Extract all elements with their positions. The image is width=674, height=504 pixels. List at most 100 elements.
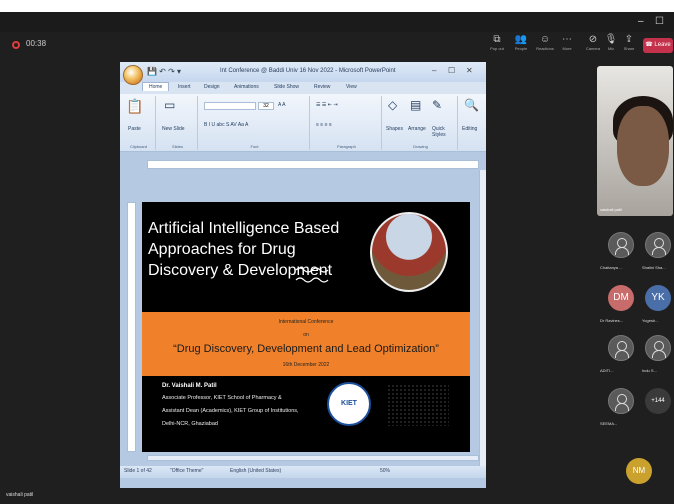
popout-button[interactable]: ⧉ Pop out bbox=[486, 34, 508, 52]
reactions-icon: ☺ bbox=[539, 34, 551, 45]
quick-styles-icon[interactable]: ✎ bbox=[432, 98, 442, 112]
avatar[interactable] bbox=[608, 335, 634, 361]
share-button[interactable]: ⇪ Share bbox=[618, 34, 640, 52]
tab-design[interactable]: Design bbox=[204, 84, 220, 90]
tab-review[interactable]: Review bbox=[314, 84, 330, 90]
theme-name: "Office Theme" bbox=[170, 468, 204, 474]
squiggle-decoration bbox=[295, 267, 329, 283]
new-slide-icon[interactable]: ▭ bbox=[164, 98, 175, 112]
teams-meeting-window: { "meeting": { "timer": "00:38", "toolba… bbox=[0, 0, 674, 504]
people-icon: 👥 bbox=[514, 34, 528, 45]
ppt-close-icon[interactable]: ✕ bbox=[466, 66, 473, 75]
quick-access-toolbar[interactable]: 💾 ↶ ↷ ▾ bbox=[147, 67, 181, 76]
conference-date: 16th December 2022 bbox=[282, 362, 330, 368]
ribbon: 📋 Paste Clipboard ▭ New Slide Slides 32 … bbox=[120, 94, 486, 152]
group-paragraph: ☰ ☰ ⇤ ⇥ ≡ ≡ ≡ ≡ Paragraph bbox=[312, 96, 382, 150]
teams-titlebar: – ☐ bbox=[0, 12, 674, 32]
presenter-line: Associate Professor, KIET School of Phar… bbox=[162, 395, 282, 401]
group-font: 32 A A B I U abc S AV Aa A Font bbox=[200, 96, 310, 150]
new-slide-label[interactable]: New Slide bbox=[162, 126, 186, 132]
presenter-name: Dr. Vaishali M. Patil bbox=[162, 383, 217, 389]
align-icons[interactable]: ≡ ≡ ≡ ≡ bbox=[316, 122, 332, 128]
more-participants[interactable]: +144 bbox=[645, 388, 671, 414]
group-label: Paragraph bbox=[337, 144, 356, 149]
campus-photo bbox=[370, 212, 448, 292]
conference-theme: “Drug Discovery, Development and Lead Op… bbox=[173, 343, 439, 355]
tab-insert[interactable]: Insert bbox=[178, 84, 191, 90]
participant-name: SEEMA... bbox=[600, 421, 618, 426]
participant-name: Yogesh... bbox=[642, 318, 659, 323]
on-label: on bbox=[303, 332, 309, 338]
maximize-icon[interactable]: ☐ bbox=[655, 16, 664, 27]
group-label: Clipboard bbox=[129, 144, 148, 149]
participant-name: Shalini Sha... bbox=[642, 265, 666, 270]
format-buttons[interactable]: B I U abc S AV Aa A bbox=[204, 122, 248, 128]
more-icon: ⋯ bbox=[562, 34, 572, 45]
quick-styles-label[interactable]: Quick Styles bbox=[432, 126, 454, 138]
avatar[interactable] bbox=[645, 335, 671, 361]
participant-name: Indu S... bbox=[642, 368, 657, 373]
horizontal-scrollbar[interactable] bbox=[147, 455, 479, 461]
group-label: Slides bbox=[172, 144, 183, 149]
leave-button[interactable]: ☎ Leave bbox=[643, 38, 673, 53]
participant-name: Chaitanya ... bbox=[600, 265, 623, 270]
reactions-button[interactable]: ☺ Reactions bbox=[534, 34, 556, 52]
avatar-nm[interactable]: NM bbox=[626, 458, 652, 484]
logo-text: KIET bbox=[341, 400, 357, 407]
ribbon-tabs: Home Insert Design Animations Slide Show… bbox=[120, 82, 486, 94]
more-button[interactable]: ⋯ More bbox=[556, 34, 578, 52]
participant-name: Dr Ravines... bbox=[600, 318, 624, 323]
meeting-timer: 00:38 bbox=[26, 39, 47, 48]
speaker-video[interactable] bbox=[597, 66, 673, 216]
group-label: Font bbox=[250, 144, 259, 149]
language[interactable]: English (United States) bbox=[230, 468, 281, 474]
arrange-icon[interactable]: ▤ bbox=[410, 98, 421, 112]
group-clipboard: 📋 Paste Clipboard bbox=[122, 96, 156, 150]
group-drawing: ◇ ▤ ✎ Shapes Arrange Quick Styles Drawin… bbox=[384, 96, 458, 150]
kiet-logo: KIET bbox=[327, 382, 371, 426]
recording-icon bbox=[12, 41, 20, 49]
avatar[interactable] bbox=[608, 232, 634, 258]
avatar-dm[interactable]: DM bbox=[608, 285, 634, 311]
popout-icon: ⧉ bbox=[493, 34, 501, 45]
avatar[interactable] bbox=[608, 388, 634, 414]
editing-label[interactable]: Editing bbox=[462, 126, 477, 132]
shapes-label[interactable]: Shapes bbox=[386, 126, 403, 132]
find-icon[interactable]: 🔍 bbox=[464, 98, 479, 112]
presenter-line: Assistant Dean (Academics), KIET Group o… bbox=[162, 408, 299, 414]
group-label: Drawing bbox=[413, 144, 428, 149]
vertical-ruler bbox=[127, 202, 136, 452]
minimize-icon[interactable]: – bbox=[638, 16, 644, 27]
shapes-icon[interactable]: ◇ bbox=[388, 98, 397, 112]
ppt-titlebar: 💾 ↶ ↷ ▾ Int Conference @ Baddi Univ 16 N… bbox=[120, 62, 486, 85]
slide-canvas: Artificial Intelligence Based Approaches… bbox=[142, 202, 470, 452]
ppt-minimize-icon[interactable]: – bbox=[432, 66, 436, 75]
people-button[interactable]: 👥 People bbox=[510, 34, 532, 52]
paste-label[interactable]: Paste bbox=[128, 126, 141, 132]
ppt-maximize-icon[interactable]: ☐ bbox=[448, 66, 455, 75]
presenter-label: vaishali patil bbox=[6, 492, 34, 498]
font-size-field[interactable]: 32 bbox=[258, 102, 274, 110]
speaker-name: vaishali patil bbox=[600, 207, 622, 212]
avatar-yk[interactable]: YK bbox=[645, 285, 671, 311]
tab-home[interactable]: Home bbox=[142, 82, 170, 91]
horizontal-ruler bbox=[147, 160, 479, 169]
slide-title: Artificial Intelligence Based Approaches… bbox=[148, 220, 340, 279]
grow-font-icon[interactable]: A A bbox=[278, 102, 286, 108]
tab-slide-show[interactable]: Slide Show bbox=[274, 84, 299, 90]
vertical-scrollbar[interactable] bbox=[479, 170, 486, 470]
avatar[interactable] bbox=[645, 232, 671, 258]
group-slides: ▭ New Slide Slides bbox=[158, 96, 198, 150]
speaker-face bbox=[617, 106, 669, 186]
paste-icon[interactable]: 📋 bbox=[126, 98, 143, 115]
bottom-bar bbox=[0, 488, 590, 504]
tab-view[interactable]: View bbox=[346, 84, 357, 90]
share-icon: ⇪ bbox=[624, 34, 634, 45]
tab-animations[interactable]: Animations bbox=[234, 84, 259, 90]
dot-pattern bbox=[387, 384, 449, 426]
font-name-field[interactable] bbox=[204, 102, 256, 110]
bullets-icon[interactable]: ☰ ☰ ⇤ ⇥ bbox=[316, 102, 338, 108]
zoom-level[interactable]: 50% bbox=[380, 468, 390, 474]
top-margin bbox=[0, 0, 674, 12]
arrange-label[interactable]: Arrange bbox=[408, 126, 426, 132]
